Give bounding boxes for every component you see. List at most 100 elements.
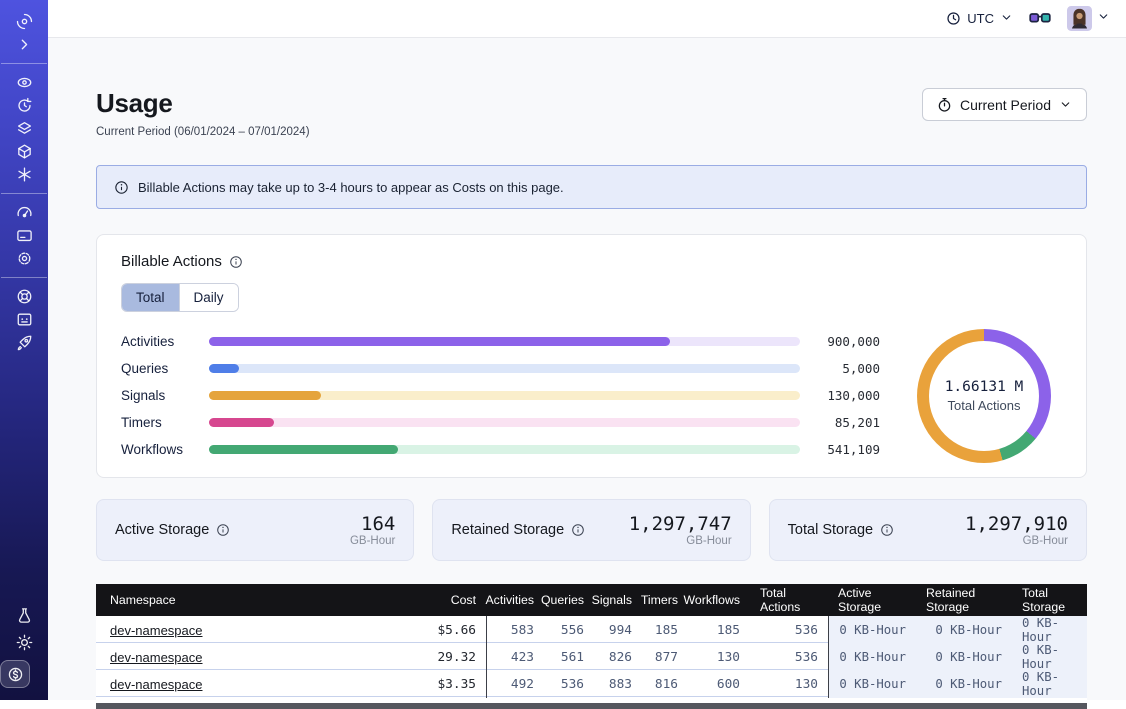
- bar-row-activities: Activities900,000: [121, 328, 880, 355]
- info-icon: [114, 180, 129, 195]
- bar-label: Timers: [121, 415, 209, 430]
- info-icon[interactable]: [229, 255, 243, 269]
- bar-track: [209, 364, 800, 373]
- bar-row-timers: Timers 85,201: [121, 409, 880, 436]
- cell-activities: 583: [486, 616, 544, 644]
- cell-total-storage: 0 KB-Hour: [1012, 616, 1087, 644]
- layers-icon[interactable]: [0, 117, 48, 140]
- usage-coin-icon[interactable]: [1, 661, 29, 688]
- bar-label: Queries: [121, 361, 209, 376]
- retained-storage-value: 1,297,747: [629, 514, 732, 534]
- active-storage-card: Active Storage 164 GB-Hour: [96, 499, 414, 561]
- column-header-active-storage: Active Storage: [828, 584, 916, 616]
- bar-row-signals: Signals 130,000: [121, 382, 880, 409]
- retained-storage-card: Retained Storage 1,297,747 GB-Hour: [432, 499, 750, 561]
- bar-label: Signals: [121, 388, 209, 403]
- cell-namespace: dev-namespace: [96, 616, 396, 644]
- namespace-link[interactable]: dev-namespace: [110, 623, 203, 638]
- cube-icon[interactable]: [0, 140, 48, 163]
- donut-total-label: Total Actions: [948, 398, 1021, 413]
- cell-active-storage: 0 KB-Hour: [828, 616, 916, 644]
- namespace-link[interactable]: dev-namespace: [110, 677, 203, 692]
- cell-workflows: 130: [688, 643, 750, 671]
- info-icon[interactable]: [216, 523, 230, 537]
- topbar: UTC: [48, 0, 1126, 38]
- chevron-down-icon: [1059, 98, 1072, 111]
- eye-icon[interactable]: [0, 71, 48, 94]
- user-menu[interactable]: [1067, 6, 1110, 31]
- billing-card-icon[interactable]: [0, 224, 48, 247]
- lab-flask-icon[interactable]: [0, 602, 48, 629]
- settings-gear-icon[interactable]: [0, 247, 48, 270]
- bar-fill: [209, 337, 670, 346]
- column-header-queries: Queries: [544, 584, 594, 616]
- column-header-activities: Activities: [486, 584, 544, 616]
- support-lifebuoy-icon[interactable]: [0, 285, 48, 308]
- chevron-right-icon[interactable]: [0, 33, 48, 56]
- rocket-icon[interactable]: [0, 331, 48, 354]
- billable-tabs: TotalDaily: [121, 283, 239, 312]
- demo-glasses-button[interactable]: [1029, 11, 1051, 26]
- retained-storage-unit: GB-Hour: [629, 535, 732, 547]
- asterisk-icon[interactable]: [0, 163, 48, 186]
- cell-cost: $5.66: [396, 616, 486, 644]
- table-header-row: NamespaceCostActivitiesQueriesSignalsTim…: [96, 584, 1087, 616]
- cell-signals: 883: [594, 670, 642, 698]
- cell-namespace: dev-namespace: [96, 670, 396, 698]
- column-header-retained-storage: Retained Storage: [916, 584, 1012, 616]
- info-icon[interactable]: [880, 523, 894, 537]
- cell-cost: 29.32: [396, 643, 486, 671]
- bar-value: 541,109: [800, 442, 880, 457]
- cell-cost: $3.35: [396, 670, 486, 698]
- table-row: dev-namespace$5.665835569941851855360 KB…: [96, 616, 1087, 643]
- table-row: dev-namespace29.324235618268771305360 KB…: [96, 643, 1087, 670]
- cell-retained-storage: 0 KB-Hour: [916, 616, 1012, 644]
- cell-total-actions: 536: [750, 616, 828, 644]
- glasses-icon: [1029, 11, 1051, 26]
- cell-total-storage: 0 KB-Hour: [1012, 643, 1087, 671]
- tab-daily[interactable]: Daily: [179, 284, 238, 311]
- cell-queries: 556: [544, 616, 594, 644]
- column-header-total-storage: Total Storage: [1012, 584, 1087, 616]
- info-icon[interactable]: [571, 523, 585, 537]
- chevron-down-icon: [1000, 11, 1013, 27]
- timezone-select[interactable]: UTC: [946, 11, 1013, 27]
- main-content: Usage Current Period (06/01/2024 – 07/01…: [48, 38, 1126, 700]
- cell-signals: 826: [594, 643, 642, 671]
- bar-value: 900,000: [800, 334, 880, 349]
- feedback-console-icon[interactable]: [0, 308, 48, 331]
- history-clock-icon[interactable]: [0, 94, 48, 117]
- tab-total[interactable]: Total: [122, 284, 179, 311]
- bar-row-workflows: Workflows541,109: [121, 436, 880, 463]
- bar-fill: [209, 418, 274, 427]
- sidebar-bottom: [0, 602, 48, 688]
- temporal-logo-icon[interactable]: [0, 10, 48, 33]
- timezone-label: UTC: [967, 11, 994, 26]
- stopwatch-icon: [937, 97, 952, 113]
- bar-track: [209, 445, 800, 454]
- cell-signals: 994: [594, 616, 642, 644]
- theme-sun-icon[interactable]: [0, 629, 48, 656]
- banner-text: Billable Actions may take up to 3-4 hour…: [138, 180, 564, 195]
- cell-queries: 536: [544, 670, 594, 698]
- bar-value: 130,000: [800, 388, 880, 403]
- chevron-down-icon: [1097, 10, 1110, 28]
- cell-total-actions: 130: [750, 670, 828, 698]
- table-bottom-bar: [96, 703, 1087, 709]
- period-dropdown-button[interactable]: Current Period: [922, 88, 1087, 121]
- active-nav-highlight[interactable]: [0, 660, 30, 688]
- bar-value: 5,000: [800, 361, 880, 376]
- bar-value: 85,201: [800, 415, 880, 430]
- active-storage-unit: GB-Hour: [350, 535, 395, 547]
- namespace-link[interactable]: dev-namespace: [110, 650, 203, 665]
- sidebar-divider: [1, 277, 47, 278]
- page-title: Usage: [96, 88, 310, 119]
- gauge-icon[interactable]: [0, 201, 48, 224]
- bar-fill: [209, 391, 321, 400]
- cell-activities: 423: [486, 643, 544, 671]
- cell-queries: 561: [544, 643, 594, 671]
- billable-bar-chart: Activities900,000 Queries 5,000 Signals 130,…: [121, 328, 880, 463]
- cell-workflows: 185: [688, 616, 750, 644]
- total-actions-donut: 1.66131 M Total Actions: [917, 329, 1051, 463]
- sidebar-divider: [1, 63, 47, 64]
